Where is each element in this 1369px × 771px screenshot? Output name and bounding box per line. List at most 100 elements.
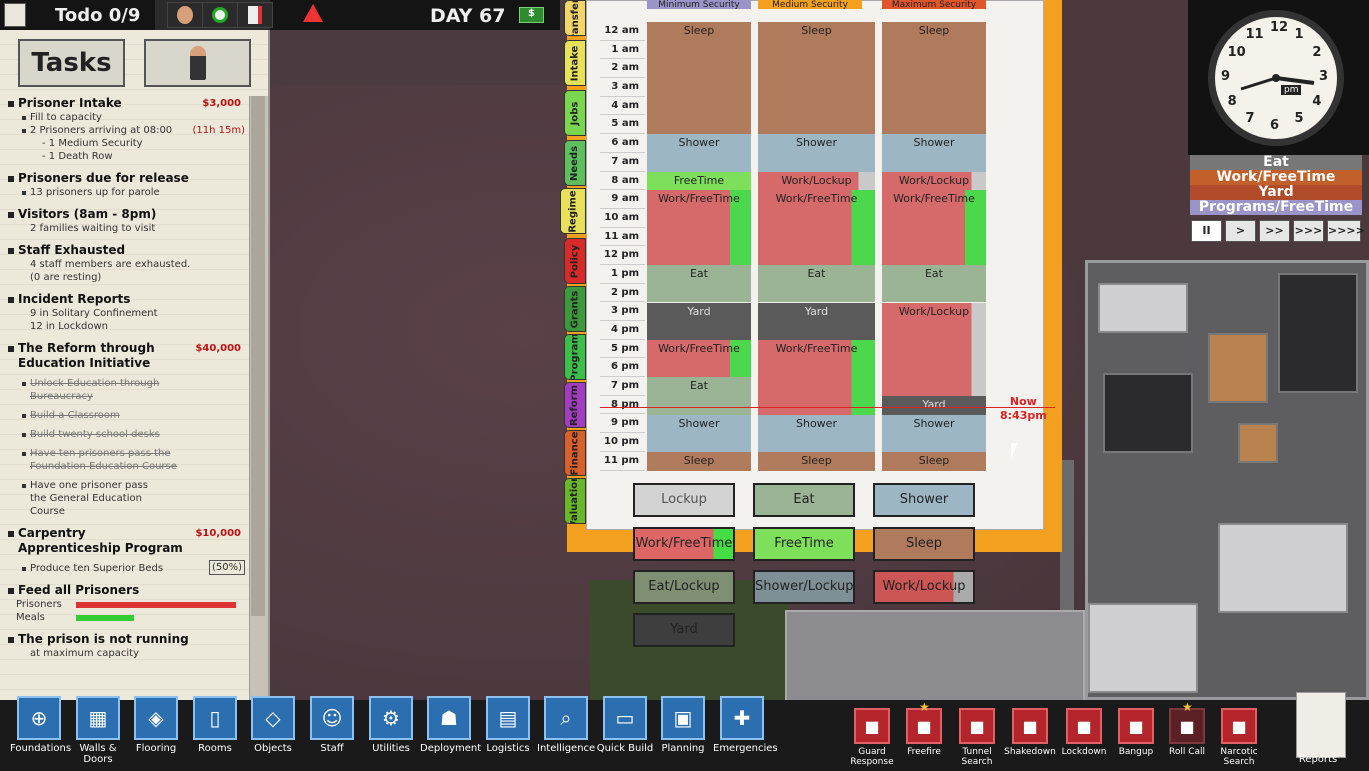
action-lockdown[interactable]: ■ Lockdown bbox=[1057, 708, 1111, 757]
regime-slot[interactable]: Sleep bbox=[758, 22, 875, 135]
reports-label[interactable]: Reports bbox=[1288, 754, 1348, 765]
tool-quick-build[interactable]: ▭ Quick Build bbox=[596, 696, 654, 754]
tab-jobs[interactable]: Jobs bbox=[564, 90, 586, 136]
speed-4-button[interactable]: >>>> bbox=[1327, 220, 1365, 242]
room[interactable] bbox=[1088, 603, 1198, 693]
palette-lockup[interactable]: Lockup bbox=[633, 483, 735, 517]
task-item[interactable]: Prisoner Intake $3,000 Fill to capacity 2… bbox=[6, 96, 249, 163]
action-shakedown[interactable]: ■ Shakedown bbox=[1003, 708, 1057, 757]
pause-button[interactable]: II bbox=[1191, 220, 1222, 242]
task-item[interactable]: The prison is not running at maximum cap… bbox=[6, 632, 249, 660]
regime-slot[interactable]: Eat bbox=[882, 265, 986, 303]
regime-slot[interactable]: FreeTime bbox=[647, 171, 751, 191]
palette-work-lockup[interactable]: Work/Lockup bbox=[873, 570, 975, 604]
palette-eat[interactable]: Eat bbox=[753, 483, 855, 517]
regime-slot[interactable]: Work/FreeTime bbox=[882, 190, 986, 266]
regime-slot[interactable]: Shower bbox=[647, 414, 751, 453]
room[interactable] bbox=[1208, 333, 1268, 403]
action-bangup[interactable]: ■ Bangup bbox=[1109, 708, 1163, 757]
regime-slot[interactable]: Shower bbox=[758, 134, 875, 172]
regime-slot[interactable]: Shower bbox=[882, 414, 986, 453]
task-item[interactable]: Incident Reports 9 in Solitary Confineme… bbox=[6, 292, 249, 333]
security-building[interactable] bbox=[785, 610, 1085, 705]
regime-slot[interactable]: Sleep bbox=[647, 22, 751, 135]
regime-slot[interactable]: Eat bbox=[758, 265, 875, 303]
regime-slot[interactable]: Eat bbox=[647, 377, 751, 415]
regime-slot[interactable]: Yard bbox=[758, 302, 875, 340]
tab-policy[interactable]: Policy bbox=[564, 238, 586, 284]
regime-slot[interactable]: Work/FreeTime bbox=[647, 190, 751, 266]
speed-3-button[interactable]: >>> bbox=[1293, 220, 1324, 242]
column-maximum[interactable]: Sleep Shower Work/Lockup Work/FreeTime Eat Wo… bbox=[882, 22, 986, 471]
regime-slot[interactable]: Work/FreeTime bbox=[758, 190, 875, 266]
tool-foundations[interactable]: ⊕ Foundations bbox=[10, 696, 71, 754]
task-scroll-thumb[interactable] bbox=[251, 96, 265, 616]
tool-utilities[interactable]: ⚙ Utilities bbox=[362, 696, 420, 754]
palette-yard[interactable]: Yard bbox=[633, 613, 735, 647]
regime-slot[interactable]: Work/Lockup bbox=[882, 171, 986, 191]
tab-reform[interactable]: Reform bbox=[564, 382, 586, 428]
task-item[interactable]: Feed all Prisoners Prisoners Meals bbox=[6, 583, 249, 624]
tool-flooring[interactable]: ◈ Flooring bbox=[127, 696, 185, 754]
action-freefire[interactable]: ★ ■ Freefire bbox=[897, 700, 951, 757]
palette-eat-lockup[interactable]: Eat/Lockup bbox=[633, 570, 735, 604]
tool-staff[interactable]: ☺ Staff bbox=[303, 696, 361, 754]
room[interactable] bbox=[1278, 273, 1358, 393]
tool-planning[interactable]: ▣ Planning bbox=[654, 696, 712, 754]
report-icon[interactable] bbox=[237, 2, 273, 28]
todo-list-icon[interactable] bbox=[4, 3, 26, 27]
tab-regime[interactable]: Regime bbox=[560, 188, 586, 234]
palette-sleep[interactable]: Sleep bbox=[873, 527, 975, 561]
palette-shower-lockup[interactable]: Shower/Lockup bbox=[753, 570, 855, 604]
regime-slot[interactable]: Shower bbox=[758, 414, 875, 453]
regime-slot[interactable]: Shower bbox=[882, 134, 986, 172]
tool-walls-doors[interactable]: ▦ Walls & Doors bbox=[69, 696, 127, 765]
task-item[interactable]: The Reform through Education Initiative $… bbox=[6, 341, 249, 518]
action-guard-response[interactable]: ■ Guard Response bbox=[845, 708, 899, 767]
regime-slot[interactable]: Sleep bbox=[758, 452, 875, 471]
tab-finance[interactable]: Finance bbox=[564, 430, 586, 476]
tool-rooms[interactable]: ▯ Rooms bbox=[186, 696, 244, 754]
regime-slot[interactable]: Shower bbox=[647, 134, 751, 172]
action-tunnel-search[interactable]: ■ Tunnel Search bbox=[950, 708, 1004, 767]
task-item[interactable]: Carpentry Apprenticeship Program $10,000 … bbox=[6, 526, 249, 575]
regime-slot[interactable]: Work/Lockup bbox=[882, 302, 986, 396]
palette-shower[interactable]: Shower bbox=[873, 483, 975, 517]
tab-needs[interactable]: Needs bbox=[564, 140, 586, 186]
cellblock-building[interactable] bbox=[1085, 260, 1369, 700]
regime-slot[interactable]: Yard bbox=[647, 302, 751, 340]
prisoner-face-icon[interactable] bbox=[167, 2, 203, 28]
regime-slot[interactable]: Sleep bbox=[647, 452, 751, 471]
tool-intelligence[interactable]: ⌕ Intelligence bbox=[537, 696, 595, 754]
tab-transfers[interactable]: Transfers bbox=[564, 0, 586, 36]
palette-work-freetime[interactable]: Work/FreeTime bbox=[633, 527, 735, 561]
room[interactable] bbox=[1218, 523, 1348, 613]
reports-icon[interactable] bbox=[1296, 692, 1346, 758]
warning-icon[interactable] bbox=[303, 4, 323, 22]
tool-objects[interactable]: ◇ Objects bbox=[244, 696, 302, 754]
regime-slot[interactable]: Yard bbox=[882, 396, 986, 415]
tool-deployment[interactable]: ☗ Deployment bbox=[420, 696, 481, 754]
tab-valuation[interactable]: Valuation bbox=[564, 478, 586, 524]
task-item[interactable]: Prisoners due for release 13 prisoners u… bbox=[6, 171, 249, 199]
target-icon[interactable] bbox=[202, 2, 238, 28]
cash-icon[interactable]: $ bbox=[519, 7, 544, 23]
task-item[interactable]: Visitors (8am - 8pm) 2 families waiting … bbox=[6, 207, 249, 235]
tab-tasks[interactable]: Tasks bbox=[18, 39, 125, 87]
tool-emergencies[interactable]: ✚ Emergencies bbox=[713, 696, 778, 754]
tab-advisor[interactable] bbox=[144, 39, 251, 87]
room[interactable] bbox=[1103, 373, 1193, 453]
regime-slot[interactable]: Work/FreeTime bbox=[647, 339, 751, 378]
regime-slot[interactable]: Work/Lockup bbox=[758, 171, 875, 191]
column-medium[interactable]: Sleep Shower Work/Lockup Work/FreeTime Eat Ya… bbox=[758, 22, 875, 471]
action-roll-call[interactable]: ★ ■ Roll Call bbox=[1160, 700, 1214, 757]
palette-freetime[interactable]: FreeTime bbox=[753, 527, 855, 561]
tab-program[interactable]: Program bbox=[564, 334, 586, 380]
room[interactable] bbox=[1238, 423, 1278, 463]
tab-grants[interactable]: Grants bbox=[564, 286, 586, 332]
tool-logistics[interactable]: ▤ Logistics bbox=[479, 696, 537, 754]
speed-1-button[interactable]: > bbox=[1225, 220, 1256, 242]
task-item[interactable]: Staff Exhausted 4 staff members are exha… bbox=[6, 243, 249, 284]
regime-slot[interactable]: Sleep bbox=[882, 22, 986, 135]
action-narcotic-search[interactable]: ■ Narcotic Search bbox=[1212, 708, 1266, 767]
